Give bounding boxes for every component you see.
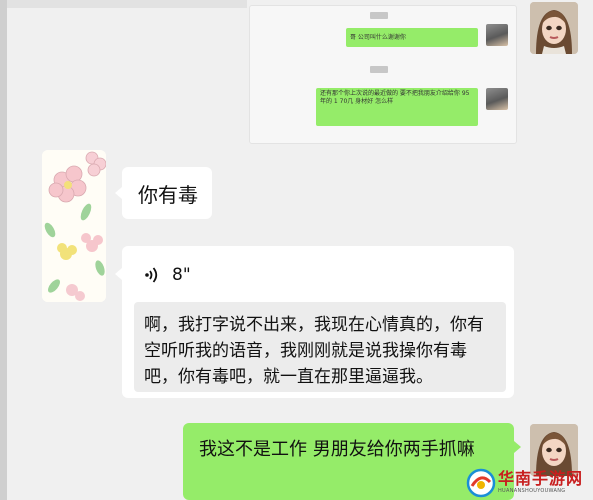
voice-player[interactable]: 8" <box>144 262 191 288</box>
watermark-subtitle: HUANANSHOUYOUWANG <box>498 488 566 494</box>
voice-duration: 8" <box>172 265 191 285</box>
screenshot-avatar <box>486 88 508 110</box>
top-divider <box>7 0 247 8</box>
message-text: 我这不是工作 男朋友给你两手抓嘛 <box>199 439 475 460</box>
sent-message[interactable]: 我这不是工作 男朋友给你两手抓嘛 <box>183 423 521 500</box>
voice-transcript: 啊，我打字说不出来，我现在心情真的，你有空听听我的语音，我刚刚就是说我操你有毒吧… <box>134 302 506 392</box>
floral-avatar-icon <box>42 150 106 302</box>
transcript-text: 啊，我打字说不出来，我现在心情真的，你有空听听我的语音，我刚刚就是说我操你有毒吧… <box>144 315 484 387</box>
voice-wave-icon <box>145 267 158 283</box>
watermark-logo-icon <box>466 468 496 497</box>
screenshot-avatar <box>486 24 508 46</box>
shared-screenshot[interactable]: 哥 公司叫什么谢谢你 还有那个你上次说的最近做的 要不把我朋友介绍给你 95年的… <box>249 5 517 144</box>
screenshot-timestamp <box>370 66 388 73</box>
received-message[interactable]: 你有毒 <box>115 167 212 219</box>
screenshot-message: 还有那个你上次说的最近做的 要不把我朋友介绍给你 95年的 1 70几 身材好 … <box>316 88 478 126</box>
voice-message[interactable]: 8" 啊，我打字说不出来，我现在心情真的，你有空听听我的语音，我刚刚就是说我操你… <box>115 246 514 398</box>
screenshot-timestamp <box>370 12 388 19</box>
cartoon-girl-icon <box>530 2 578 54</box>
self-avatar[interactable] <box>530 2 578 54</box>
screenshot-message: 哥 公司叫什么谢谢你 <box>346 28 478 47</box>
window-edge <box>0 0 7 500</box>
contact-avatar[interactable] <box>42 150 106 302</box>
watermark: 华南手游网 HUANANSHOUYOUWANG <box>466 465 593 500</box>
screenshot-message-text: 哥 公司叫什么谢谢你 <box>350 33 406 41</box>
message-text: 你有毒 <box>138 182 198 207</box>
screenshot-message-text: 还有那个你上次说的最近做的 要不把我朋友介绍给你 95年的 1 70几 身材好 … <box>320 90 470 105</box>
watermark-title: 华南手游网 <box>498 469 584 488</box>
